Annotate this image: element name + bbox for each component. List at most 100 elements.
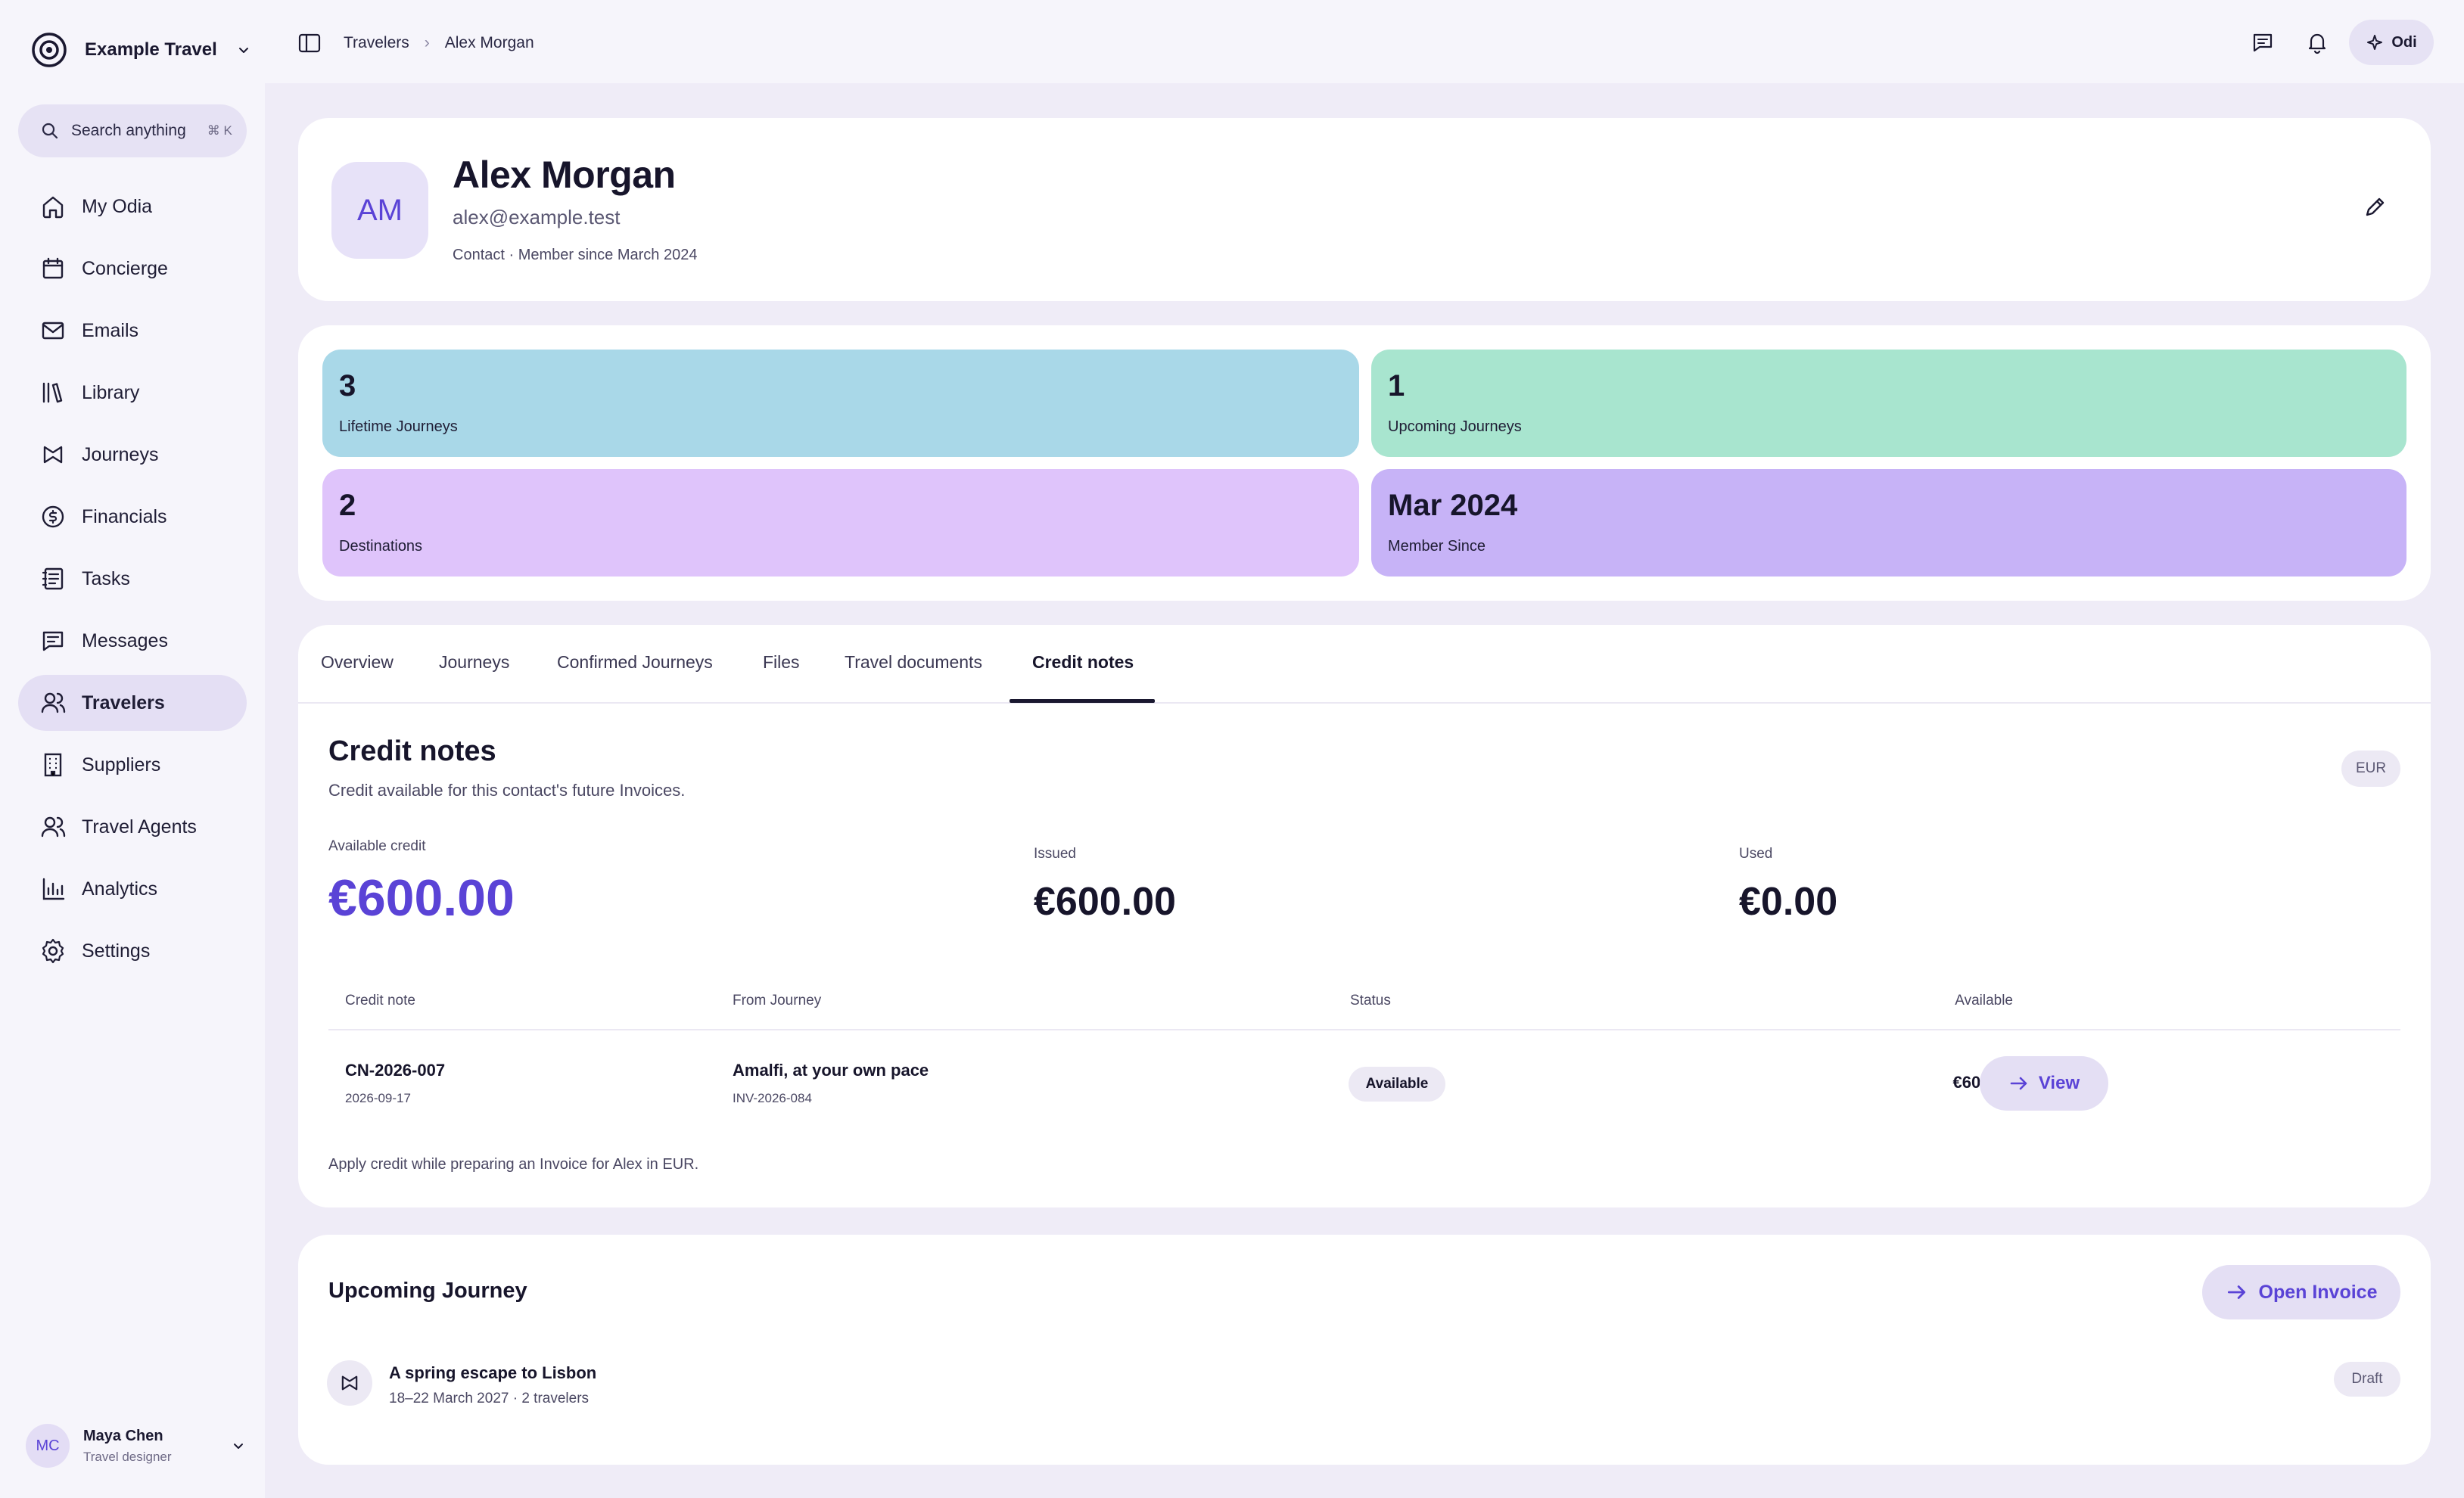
arrow-right-icon — [2010, 1077, 2027, 1090]
gear-icon — [42, 938, 64, 964]
journey-cell: Amalfi, at your own pace INV-2026-084 — [733, 1061, 929, 1106]
stat-upcoming-journeys: 1 Upcoming Journeys — [1371, 350, 2406, 457]
notifications-button[interactable] — [2294, 20, 2340, 65]
active-tab-indicator — [1010, 699, 1155, 703]
sidebar-item-settings[interactable]: Settings — [18, 923, 247, 979]
sidebar-item-label: My Odia — [82, 195, 153, 217]
chevron-right-icon: › — [424, 34, 430, 51]
brand-logo-icon — [32, 33, 67, 67]
tasks-icon — [42, 567, 64, 590]
issued-label: Issued — [1034, 846, 1076, 862]
sidebar-item-label: Settings — [82, 940, 151, 962]
journeys-icon — [341, 1375, 358, 1391]
sidebar-item-label: Journeys — [82, 443, 159, 465]
user-role: Travel designer — [83, 1449, 172, 1464]
view-button[interactable]: View — [1980, 1056, 2108, 1111]
assistant-label: Odi — [2391, 33, 2417, 51]
sidebar-item-travelers[interactable]: Travelers — [18, 675, 247, 731]
tab-bar: Overview Journeys Confirmed Journeys Fil… — [298, 625, 2431, 704]
sidebar-item-label: Tasks — [82, 567, 130, 589]
topbar: Travelers › Alex Morgan Odi — [265, 0, 2464, 83]
tab-travel-documents[interactable]: Travel documents — [845, 652, 982, 673]
column-header: From Journey — [733, 993, 822, 1009]
sidebar-item-travel-agents[interactable]: Travel Agents — [18, 799, 247, 855]
tab-overview[interactable]: Overview — [321, 652, 394, 673]
issued-value: €600.00 — [1034, 880, 1176, 924]
sidebar: Example Travel Search anything ⌘ K My Od… — [0, 0, 265, 1498]
profile-name: Alex Morgan — [453, 154, 676, 196]
chat-button[interactable] — [2240, 20, 2285, 65]
breadcrumb: Travelers › Alex Morgan — [297, 30, 534, 56]
stat-value: Mar 2024 — [1388, 489, 1518, 522]
section-title: Credit notes — [328, 735, 496, 767]
chevron-down-icon — [238, 48, 248, 53]
sidebar-nav: My Odia Concierge Emails Library Journey… — [18, 179, 247, 985]
tab-journeys[interactable]: Journeys — [439, 652, 509, 673]
user-name: Maya Chen — [83, 1427, 163, 1444]
stat-label: Destinations — [339, 538, 423, 555]
sidebar-item-library[interactable]: Library — [18, 365, 247, 421]
home-icon — [42, 196, 64, 219]
sidebar-item-label: Analytics — [82, 878, 158, 900]
open-invoice-button[interactable]: Open Invoice — [2202, 1265, 2400, 1319]
sidebar-item-tasks[interactable]: Tasks — [18, 551, 247, 607]
sidebar-item-analytics[interactable]: Analytics — [18, 861, 247, 917]
tab-credit-notes[interactable]: Credit notes — [1032, 652, 1134, 673]
sidebar-item-emails[interactable]: Emails — [18, 303, 247, 359]
building-icon — [44, 753, 62, 777]
credit-note-cell: CN-2026-007 2026-09-17 — [345, 1061, 445, 1106]
tab-confirmed-journeys[interactable]: Confirmed Journeys — [557, 652, 713, 673]
sidebar-item-label: Travel Agents — [82, 816, 197, 838]
journey-details: 18–22 March 2027 · 2 travelers — [389, 1391, 590, 1406]
search-input[interactable]: Search anything ⌘ K — [18, 104, 247, 157]
sidebar-item-label: Emails — [82, 319, 139, 341]
credit-note-date: 2026-09-17 — [345, 1091, 411, 1105]
edit-profile-button[interactable] — [2363, 194, 2388, 219]
used-value: €0.00 — [1739, 880, 1838, 924]
stat-label: Lifetime Journeys — [339, 418, 458, 435]
profile-card: AM Alex Morgan alex@example.test Contact… — [298, 118, 2431, 301]
sidebar-item-label: Concierge — [82, 257, 168, 279]
column-header: Available — [1955, 993, 2013, 1009]
bell-icon — [2308, 33, 2326, 54]
journey-icon-wrap — [327, 1360, 372, 1406]
tab-files[interactable]: Files — [763, 652, 800, 673]
breadcrumb-parent[interactable]: Travelers — [344, 34, 409, 52]
search-shortcut: ⌘ K — [207, 123, 232, 138]
available-credit-value: €600.00 — [328, 869, 515, 927]
chart-icon — [42, 878, 65, 900]
column-header: Credit note — [345, 993, 415, 1009]
workspace-switcher[interactable]: Example Travel — [30, 30, 250, 70]
available-credit-label: Available credit — [328, 838, 426, 854]
chat-icon — [2253, 33, 2273, 52]
sparkle-icon — [2367, 35, 2383, 50]
sidebar-toggle-icon[interactable] — [297, 30, 322, 56]
credit-notes-card: Overview Journeys Confirmed Journeys Fil… — [298, 625, 2431, 1207]
column-header: Status — [1350, 993, 1391, 1009]
stat-label: Upcoming Journeys — [1388, 418, 1522, 435]
search-placeholder: Search anything — [71, 122, 186, 139]
sidebar-item-financials[interactable]: Financials — [18, 489, 247, 545]
sidebar-item-messages[interactable]: Messages — [18, 613, 247, 669]
journey-title[interactable]: A spring escape to Lisbon — [389, 1363, 596, 1383]
sidebar-item-my-odia[interactable]: My Odia — [18, 179, 247, 235]
sidebar-item-label: Messages — [82, 629, 168, 651]
sidebar-item-concierge[interactable]: Concierge — [18, 241, 247, 297]
sidebar-item-journeys[interactable]: Journeys — [18, 427, 247, 483]
profile-meta: Contact · Member since March 2024 — [453, 247, 698, 263]
users-icon — [41, 816, 66, 838]
section-subtitle: Credit available for this contact's futu… — [328, 781, 686, 800]
status-badge: Draft — [2334, 1362, 2400, 1397]
stat-lifetime-journeys: 3 Lifetime Journeys — [322, 350, 1359, 457]
users-icon — [41, 692, 66, 713]
sidebar-item-suppliers[interactable]: Suppliers — [18, 737, 247, 793]
used-label: Used — [1739, 846, 1773, 862]
upcoming-journey-card: Upcoming Journey Open Invoice A spring e… — [298, 1235, 2431, 1465]
assistant-button[interactable]: Odi — [2349, 20, 2434, 65]
stat-value: 3 — [339, 369, 356, 402]
stat-value: 1 — [1388, 369, 1405, 402]
footnote: Apply credit while preparing an Invoice … — [328, 1156, 699, 1173]
arrow-right-icon — [2227, 1285, 2245, 1299]
available-credit: Available credit €600.00 — [328, 838, 515, 928]
user-menu[interactable]: MC Maya Chen Travel designer — [26, 1422, 245, 1469]
